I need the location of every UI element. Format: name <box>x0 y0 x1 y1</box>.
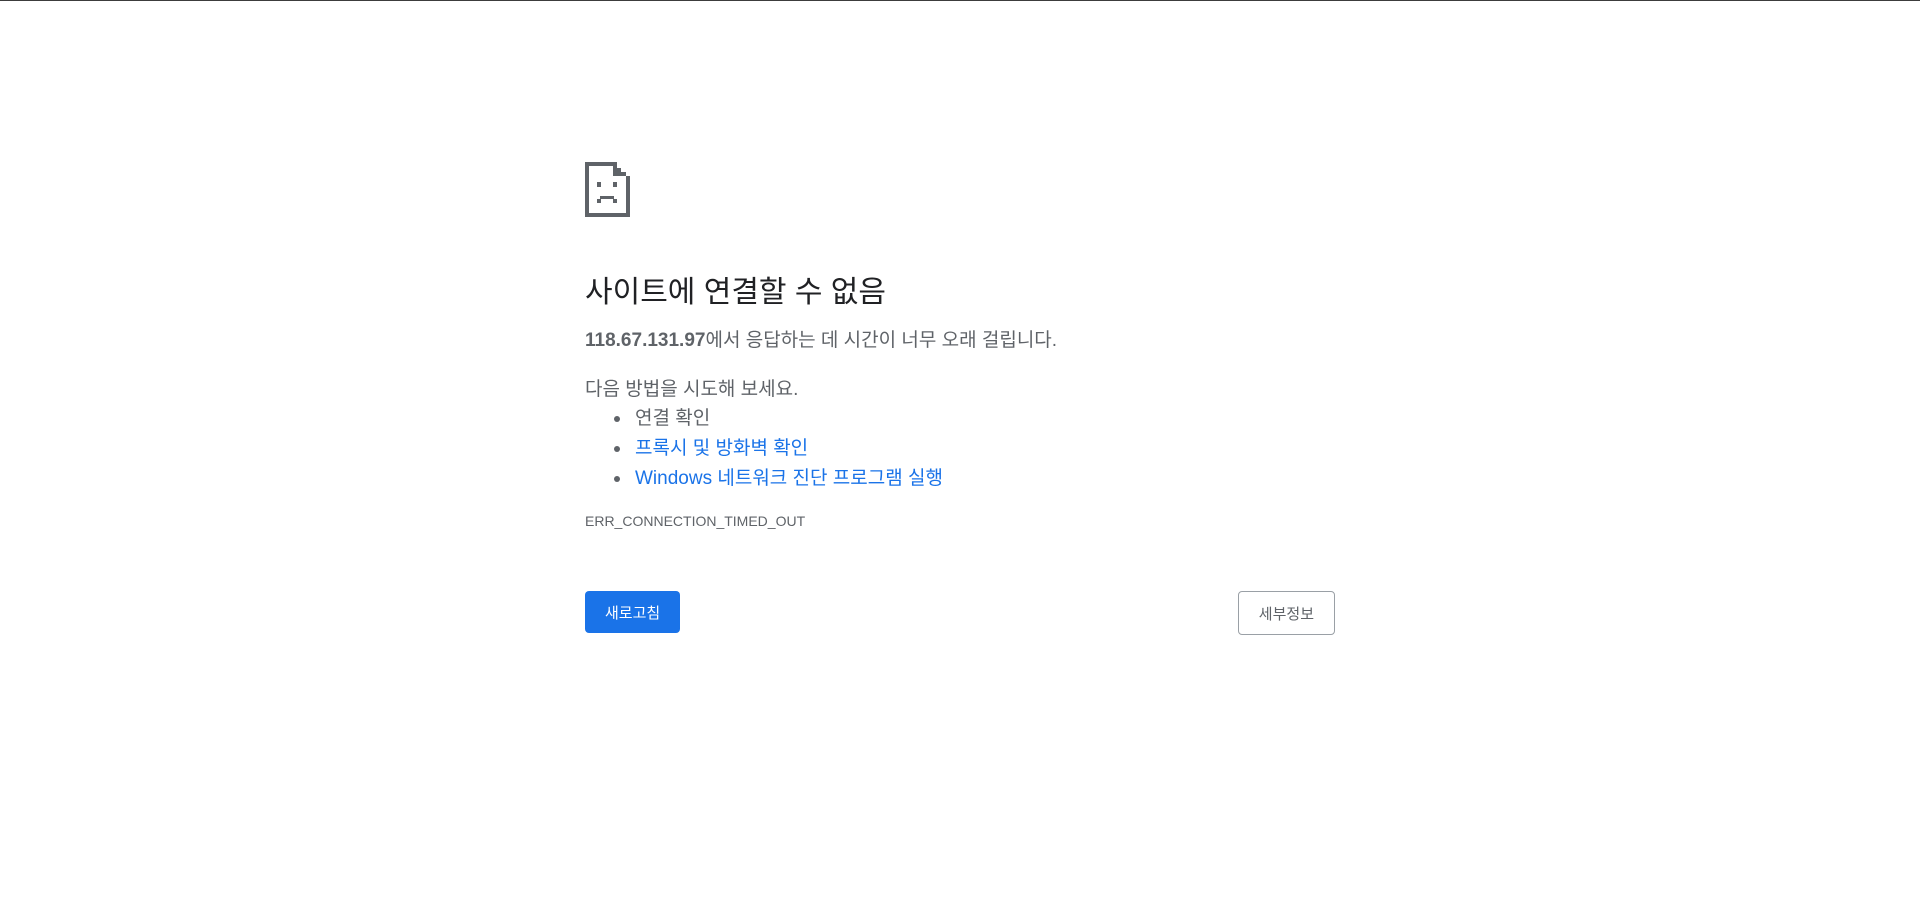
error-page: 사이트에 연결할 수 없음 118.67.131.97에서 응답하는 데 시간이… <box>585 162 1335 635</box>
bullet-icon <box>614 416 620 422</box>
proxy-firewall-link[interactable]: 프록시 및 방화벽 확인 <box>635 438 808 459</box>
bullet-icon <box>614 476 620 482</box>
error-code: ERR_CONNECTION_TIMED_OUT <box>585 513 806 529</box>
network-diagnostics-link[interactable]: Windows 네트워크 진단 프로그램 실행 <box>635 468 943 489</box>
sad-page-icon <box>585 162 630 217</box>
reload-button[interactable]: 새로고침 <box>585 591 681 633</box>
suggestions-list: 연결 확인 프록시 및 방화벽 확인 Windows 네트워크 진단 프로그램 … <box>585 407 1335 497</box>
details-button[interactable]: 세부정보 <box>1237 591 1335 635</box>
suggestion-label: 연결 확인 <box>635 408 711 429</box>
error-summary: 118.67.131.97에서 응답하는 데 시간이 너무 오래 걸립니다. <box>585 329 1335 353</box>
bullet-icon <box>614 446 620 452</box>
error-host: 118.67.131.97 <box>585 330 706 351</box>
suggestion-run-diagnostics: Windows 네트워크 진단 프로그램 실행 <box>614 467 1335 497</box>
error-summary-text: 에서 응답하는 데 시간이 너무 오래 걸립니다. <box>705 330 1058 351</box>
suggestion-check-connection: 연결 확인 <box>614 407 1335 437</box>
suggestion-check-proxy-firewall: 프록시 및 방화벽 확인 <box>614 437 1335 467</box>
button-row: 새로고침 세부정보 <box>585 591 1335 635</box>
window-top-border <box>0 0 1920 1</box>
suggestions-heading: 다음 방법을 시도해 보세요. <box>585 379 799 400</box>
page-title: 사이트에 연결할 수 없음 <box>585 276 887 309</box>
